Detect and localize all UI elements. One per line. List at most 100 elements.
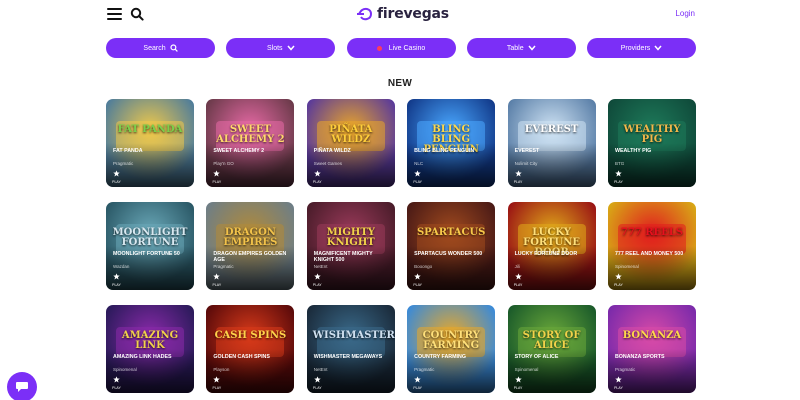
game-tile[interactable]: PIÑATA WILDZ PIÑATA WILDZ Sweet Games PLAY bbox=[306, 99, 395, 187]
providers-label: Providers bbox=[620, 44, 651, 52]
game-tile[interactable]: CASH SPINS GOLDEN CASH SPINS Playson PLAY bbox=[206, 305, 295, 393]
game-name: SPARTACUS WONDER 500 bbox=[414, 251, 483, 257]
game-name: COUNTRY FARMING bbox=[414, 354, 466, 360]
game-logo-art: 777 REELS bbox=[620, 227, 684, 238]
game-provider: Jili bbox=[514, 264, 520, 269]
favorite-star-icon[interactable] bbox=[615, 376, 622, 383]
game-tile[interactable]: WISHMASTER WISHMASTER MEGAWAYS NetEnt PLAY bbox=[306, 305, 395, 393]
live-indicator-dot bbox=[376, 45, 382, 51]
favorite-star-icon[interactable] bbox=[314, 273, 321, 280]
table-dropdown[interactable]: Table bbox=[466, 38, 576, 58]
game-tile[interactable]: MIGHTY KNIGHT MAGNIFICENT MIGHTY KNIGHT 5… bbox=[306, 202, 395, 290]
game-tile[interactable]: 777 REELS 777 REEL AND MONEY 500 Spinomena… bbox=[607, 202, 696, 290]
favorite-star-icon[interactable] bbox=[213, 170, 221, 177]
game-name: BLING BLING PENGUIN bbox=[414, 148, 475, 154]
play-label: PLAY bbox=[513, 283, 523, 287]
game-provider: NetEnt bbox=[313, 264, 328, 269]
game-tile[interactable]: EVEREST EVEREST Nolimit City PLAY bbox=[507, 99, 596, 187]
search-icon[interactable] bbox=[130, 7, 144, 21]
game-name: STORY OF ALICE bbox=[514, 354, 559, 360]
slots-dropdown[interactable]: Slots bbox=[226, 38, 336, 58]
game-tile[interactable]: LUCKY FORTUNE DOORLUCKY FORTUNE DOORJili… bbox=[507, 202, 596, 290]
logo-text: firevegas bbox=[377, 6, 449, 22]
game-provider: Pragmatic bbox=[213, 264, 234, 269]
favorite-star-icon[interactable] bbox=[213, 273, 221, 280]
game-provider: Booongo bbox=[414, 264, 433, 269]
favorite-star-icon[interactable] bbox=[113, 170, 120, 177]
favorite-star-icon[interactable] bbox=[113, 376, 120, 383]
favorite-star-icon[interactable] bbox=[615, 170, 622, 177]
game-tile[interactable]: FAT PANDA FAT PANDA Pragmatic PLAY bbox=[106, 99, 194, 187]
favorite-star-icon[interactable] bbox=[514, 376, 522, 383]
favorite-star-icon[interactable] bbox=[414, 273, 421, 280]
play-label: PLAY bbox=[112, 180, 121, 184]
game-tile[interactable]: WEALTHY PIG WEALTHY PIG BTG PLAY bbox=[607, 99, 696, 187]
game-name: DRAGON EMPIRES GOLDEN AGE bbox=[213, 251, 287, 263]
hamburger-menu-icon[interactable] bbox=[107, 8, 122, 20]
login-link[interactable]: Login bbox=[675, 9, 695, 18]
game-tile[interactable]: STORY OF ALICE STORY OF ALICE Spinomenal PL… bbox=[507, 305, 596, 393]
favorite-star-icon[interactable] bbox=[514, 273, 522, 280]
game-name: MOONLIGHT FORTUNE 50 bbox=[113, 251, 180, 257]
game-logo-art: STORY OF ALICE bbox=[522, 330, 581, 351]
site-logo[interactable]: firevegas bbox=[357, 5, 449, 23]
game-name: 777 REEL AND MONEY 500 bbox=[614, 251, 684, 257]
favorite-star-icon[interactable] bbox=[314, 170, 321, 177]
providers-dropdown[interactable]: Providers bbox=[587, 38, 696, 58]
play-label: PLAY bbox=[312, 283, 322, 287]
games-grid: FAT PANDA FAT PANDA Pragmatic PLAY SWEET ALC… bbox=[106, 99, 696, 393]
play-label: PLAY bbox=[112, 386, 121, 390]
game-provider: Pragmatic bbox=[113, 161, 134, 166]
favorite-star-icon[interactable] bbox=[414, 376, 421, 383]
game-tile[interactable]: COUNTRY FARMING COUNTRY FARMING Pragmatic P… bbox=[407, 305, 496, 393]
chat-bubble-icon bbox=[16, 382, 28, 392]
game-tile[interactable]: SPARTACUS SPARTACUS WONDER 500 Booongo PLAY bbox=[407, 202, 496, 290]
game-tile[interactable]: BLING BLING PENGUINBLING BLING PENGUINNL… bbox=[407, 99, 496, 187]
section-title: NEW bbox=[387, 78, 413, 89]
game-name: PIÑATA WILDZ bbox=[313, 148, 351, 154]
game-logo-art: MIGHTY KNIGHT bbox=[326, 227, 375, 248]
game-name: WEALTHY PIG bbox=[614, 148, 652, 154]
play-label: PLAY bbox=[513, 180, 523, 184]
play-label: PLAY bbox=[413, 386, 423, 390]
game-provider: NLC bbox=[414, 161, 424, 166]
chevron-down-icon bbox=[654, 45, 662, 51]
game-tile[interactable]: DRAGON EMPIRES DRAGON EMPIRES GOLDEN AGE P… bbox=[206, 202, 295, 290]
game-logo-art: PIÑATA WILDZ bbox=[329, 124, 373, 145]
play-label: PLAY bbox=[212, 283, 222, 287]
game-provider: Spinomenal bbox=[113, 367, 137, 372]
favorite-star-icon[interactable] bbox=[615, 273, 622, 280]
play-label: PLAY bbox=[413, 283, 423, 287]
play-label: PLAY bbox=[614, 180, 623, 184]
favorite-star-icon[interactable] bbox=[113, 273, 120, 280]
search-icon bbox=[169, 44, 178, 52]
play-label: PLAY bbox=[513, 386, 523, 390]
favorite-star-icon[interactable] bbox=[514, 170, 522, 177]
game-provider: Sweet Games bbox=[313, 161, 343, 166]
game-logo-art: BONANZA bbox=[622, 330, 682, 341]
game-tile[interactable]: SWEET ALCHEMY 2 SWEET ALCHEMY 2 Play'n GO P… bbox=[206, 99, 295, 187]
game-logo-art: CASH SPINS bbox=[214, 330, 287, 341]
game-tile[interactable]: MOONLIGHT FORTUNE MOONLIGHT FORTUNE 50 Waz… bbox=[106, 202, 194, 290]
game-tile[interactable]: AMAZING LINK AMAZING LINK HADES Spinomenal… bbox=[106, 305, 194, 393]
table-label: Table bbox=[506, 44, 524, 52]
favorite-star-icon[interactable] bbox=[314, 376, 321, 383]
chevron-down-icon bbox=[528, 45, 536, 51]
live-casino-button[interactable]: Live Casino bbox=[346, 38, 456, 58]
category-nav: Search Slots Live Casino Table Providers bbox=[106, 38, 696, 58]
game-logo-art: WEALTHY PIG bbox=[623, 124, 681, 145]
play-label: PLAY bbox=[312, 386, 322, 390]
game-logo-art: SWEET ALCHEMY 2 bbox=[216, 124, 285, 145]
favorite-star-icon[interactable] bbox=[213, 376, 221, 383]
slots-label: Slots bbox=[266, 44, 283, 52]
game-tile[interactable]: BONANZA BONANZA SPORTS Pragmatic PLAY bbox=[607, 305, 696, 393]
favorite-star-icon[interactable] bbox=[414, 170, 421, 177]
game-name: WISHMASTER MEGAWAYS bbox=[313, 354, 383, 360]
game-logo-art: EVEREST bbox=[524, 124, 579, 135]
search-button[interactable]: Search bbox=[106, 38, 215, 58]
game-provider: Pragmatic bbox=[614, 367, 636, 372]
chat-button[interactable] bbox=[7, 372, 37, 400]
game-name: SWEET ALCHEMY 2 bbox=[213, 148, 265, 154]
game-provider: Pragmatic bbox=[414, 367, 435, 372]
game-logo-art: DRAGON EMPIRES bbox=[223, 227, 278, 248]
